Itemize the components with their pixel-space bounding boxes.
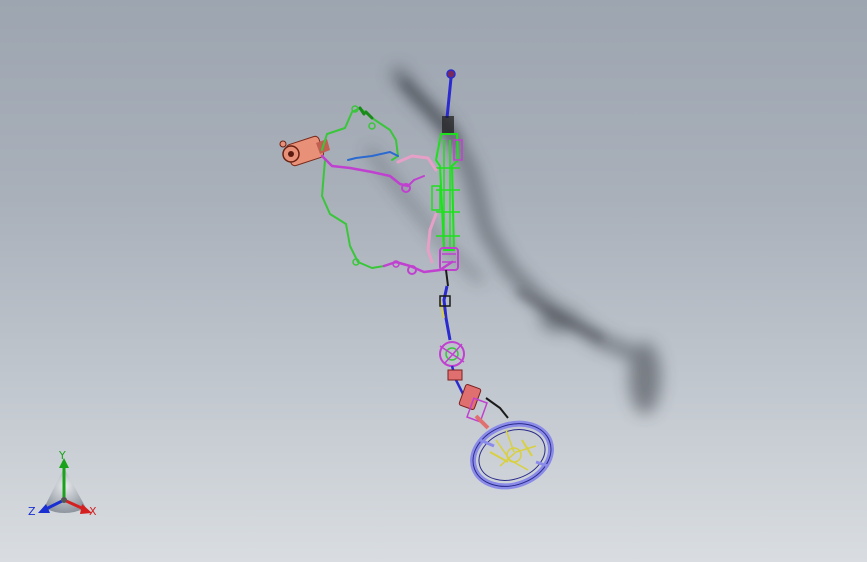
steering-wheel[interactable] [464, 413, 560, 497]
z-axis-label: Z [28, 505, 36, 518]
steering-column[interactable] [439, 341, 509, 430]
steering-assembly-model[interactable] [0, 0, 867, 562]
tie-rod[interactable] [442, 69, 456, 134]
intermediate-shaft[interactable] [439, 285, 452, 341]
y-axis-label: Y [59, 449, 66, 462]
model-shadow [367, 67, 661, 414]
model-shadow-core [400, 79, 605, 343]
cad-graphics-area[interactable]: Y Z X [0, 0, 867, 562]
x-axis-label: X [89, 505, 97, 518]
orientation-triad: Y Z X [24, 448, 108, 524]
power-steering-pump[interactable] [279, 135, 330, 167]
